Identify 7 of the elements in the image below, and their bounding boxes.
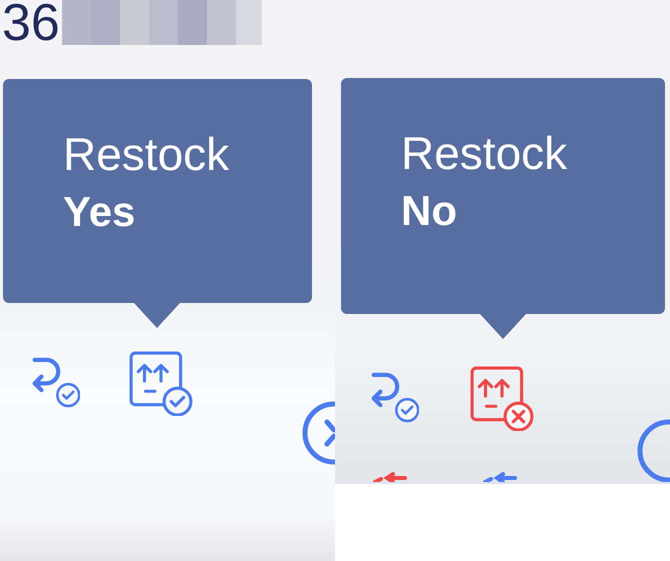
tooltip-label: Restock xyxy=(401,130,568,176)
tooltip-label: Restock xyxy=(63,131,230,177)
tooltip-value: No xyxy=(401,190,458,232)
tooltip-value: Yes xyxy=(63,191,136,233)
restock-icon[interactable] xyxy=(128,350,194,416)
restock-icon[interactable] xyxy=(469,365,535,431)
heading-number: 36 xyxy=(2,0,60,45)
